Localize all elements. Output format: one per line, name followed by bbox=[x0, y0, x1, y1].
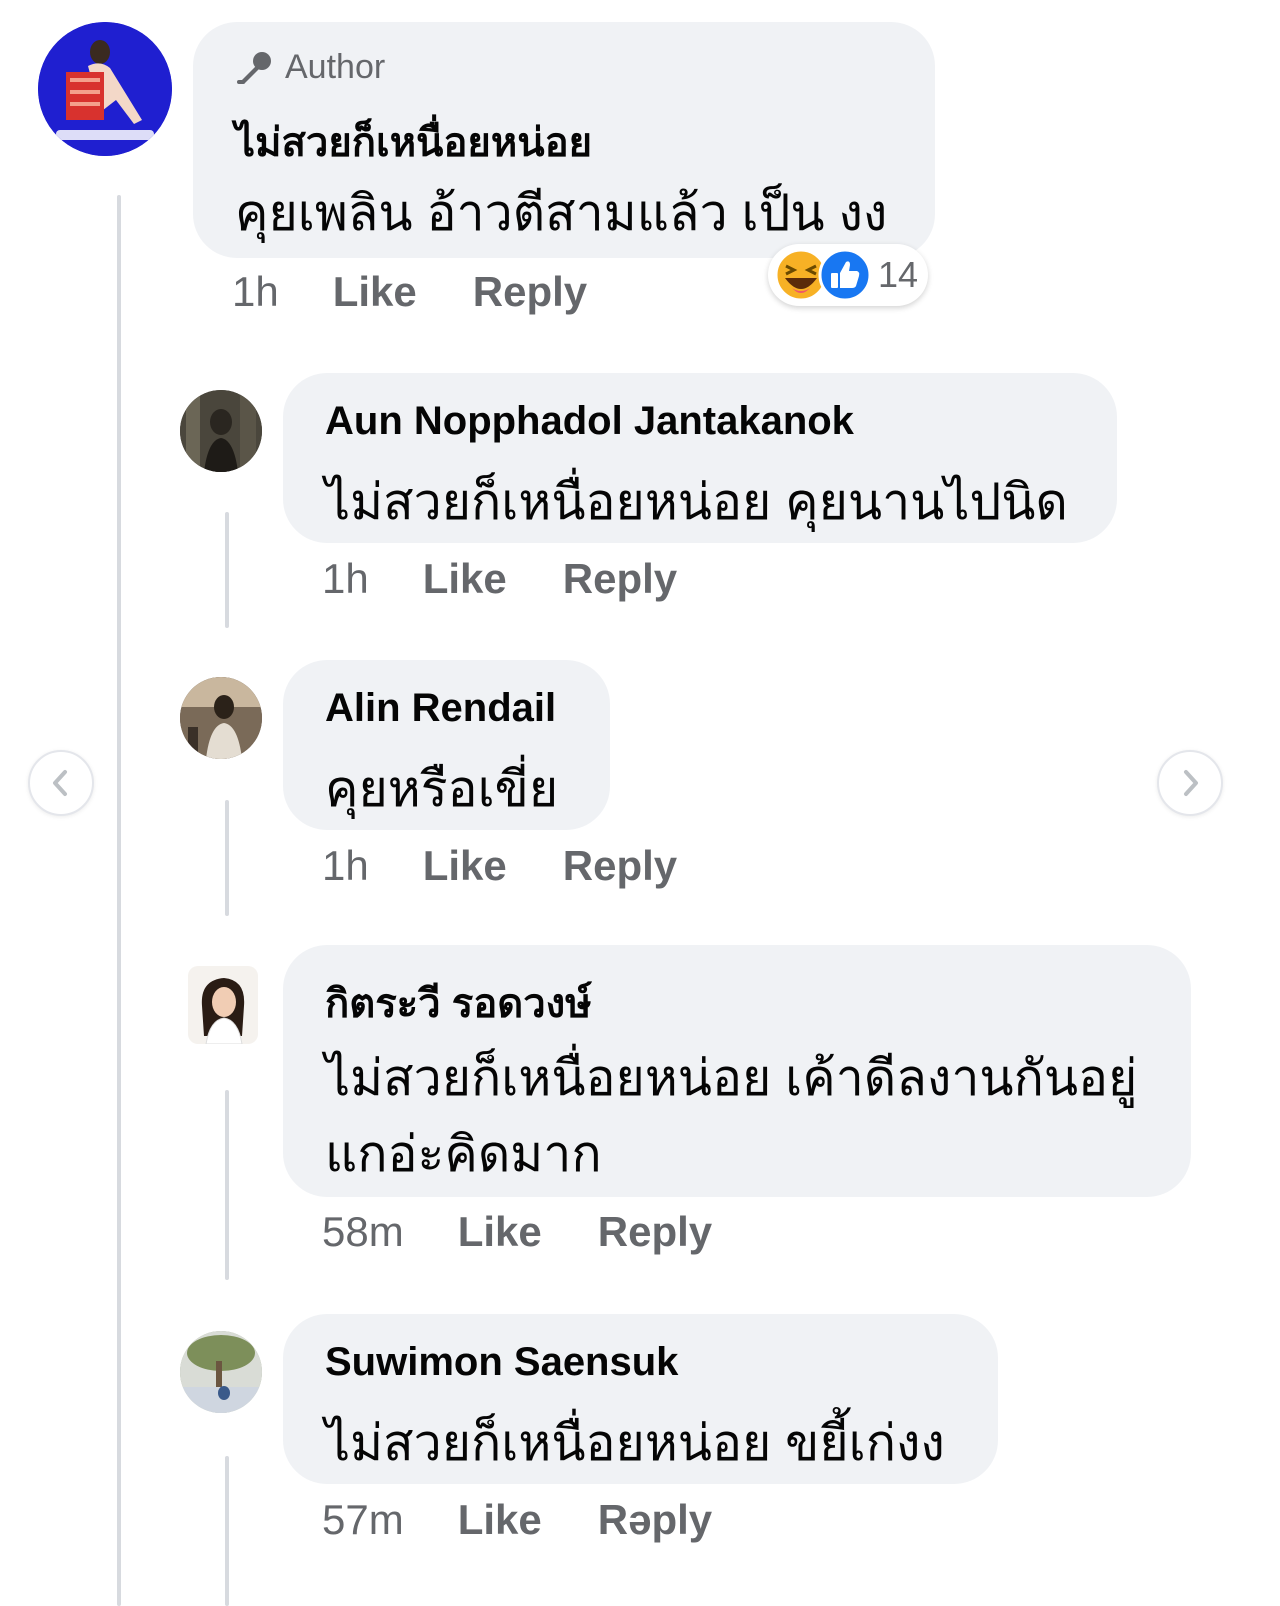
comment-time[interactable]: 58m bbox=[322, 1208, 404, 1256]
reaction-count: 14 bbox=[878, 254, 919, 295]
comment-time[interactable]: 1h bbox=[232, 268, 279, 316]
like-icon bbox=[818, 248, 872, 302]
comment-text-line2: แกอ่ะคิดมาก bbox=[325, 1126, 602, 1182]
commenter-name[interactable]: Suwimon Saensuk bbox=[325, 1340, 678, 1385]
chevron-left-icon bbox=[53, 770, 67, 796]
user-avatar[interactable] bbox=[188, 966, 258, 1044]
comment-bubble: กิตระวี รอดวงษ์ ไม่สวยก็เหนื่อยหน่อย เค้… bbox=[283, 945, 1191, 1197]
thread-line-reply-3 bbox=[225, 1090, 229, 1280]
comment-actions: 57m Like Rəply bbox=[322, 1496, 712, 1544]
author-badge-label: Author bbox=[285, 48, 386, 86]
comment-actions: 58m Like Reply bbox=[322, 1208, 712, 1256]
like-link[interactable]: Like bbox=[423, 842, 507, 890]
thread-line-reply-4 bbox=[225, 1456, 229, 1606]
comment-time[interactable]: 57m bbox=[322, 1496, 404, 1544]
reply-link[interactable]: Reply bbox=[473, 268, 587, 316]
comment-text: คุยเพลิน อ้าวตีสามแล้ว เป็น งง bbox=[235, 185, 888, 241]
like-link[interactable]: Like bbox=[333, 268, 417, 316]
comment-time[interactable]: 1h bbox=[322, 555, 369, 603]
reply-link[interactable]: Reply bbox=[598, 1208, 712, 1256]
thread-line-reply-1 bbox=[225, 512, 229, 628]
commenter-name[interactable]: Alin Rendail bbox=[325, 686, 556, 731]
comment-bubble: Alin Rendail คุยหรือเขี่ย bbox=[283, 660, 610, 830]
like-link[interactable]: Like bbox=[458, 1208, 542, 1256]
comment-time[interactable]: 1h bbox=[322, 842, 369, 890]
like-link[interactable]: Like bbox=[458, 1496, 542, 1544]
comment-text: ไม่สวยก็เหนื่อยหน่อย เค้าดีลงานกันอยู่ bbox=[325, 1050, 1138, 1106]
comment-actions: 1h Like Reply bbox=[322, 555, 677, 603]
commenter-name[interactable]: Aun Nopphadol Jantakanok bbox=[325, 399, 854, 444]
comment-text: ไม่สวยก็เหนื่อยหน่อย ขยี้เก่งง bbox=[325, 1415, 945, 1471]
comment-actions: 1h Like Reply bbox=[322, 842, 677, 890]
microphone-icon bbox=[237, 51, 271, 84]
comment-bubble: Author ไม่สวยก็เหนื่อยหน่อย คุยเพลิน อ้า… bbox=[193, 22, 935, 258]
user-avatar[interactable] bbox=[180, 390, 262, 472]
thread-line-main bbox=[117, 195, 121, 1606]
user-avatar[interactable] bbox=[180, 677, 262, 759]
commenter-name[interactable]: ไม่สวยก็เหนื่อยหน่อย bbox=[235, 110, 592, 174]
user-avatar[interactable] bbox=[180, 1331, 262, 1413]
reply-link[interactable]: Reply bbox=[563, 555, 677, 603]
comment-text: คุยหรือเขี่ย bbox=[325, 761, 559, 817]
comment-text: ไม่สวยก็เหนื่อยหน่อย คุยนานไปนิด bbox=[325, 474, 1068, 530]
reaction-summary[interactable]: 14 bbox=[768, 244, 929, 306]
next-arrow[interactable] bbox=[1157, 750, 1223, 816]
prev-arrow[interactable] bbox=[28, 750, 94, 816]
reply-link[interactable]: Rəply bbox=[598, 1496, 712, 1544]
comment-bubble: Aun Nopphadol Jantakanok ไม่สวยก็เหนื่อย… bbox=[283, 373, 1117, 543]
comment-actions: 1h Like Reply bbox=[232, 268, 587, 316]
commenter-name[interactable]: กิตระวี รอดวงษ์ bbox=[325, 971, 592, 1035]
chevron-right-icon bbox=[1184, 770, 1198, 796]
comment-bubble: Suwimon Saensuk ไม่สวยก็เหนื่อยหน่อย ขยี… bbox=[283, 1314, 998, 1484]
reply-link[interactable]: Reply bbox=[563, 842, 677, 890]
page-avatar[interactable] bbox=[38, 22, 172, 156]
author-badge: Author bbox=[235, 48, 385, 87]
thread-line-reply-2 bbox=[225, 800, 229, 916]
like-link[interactable]: Like bbox=[423, 555, 507, 603]
